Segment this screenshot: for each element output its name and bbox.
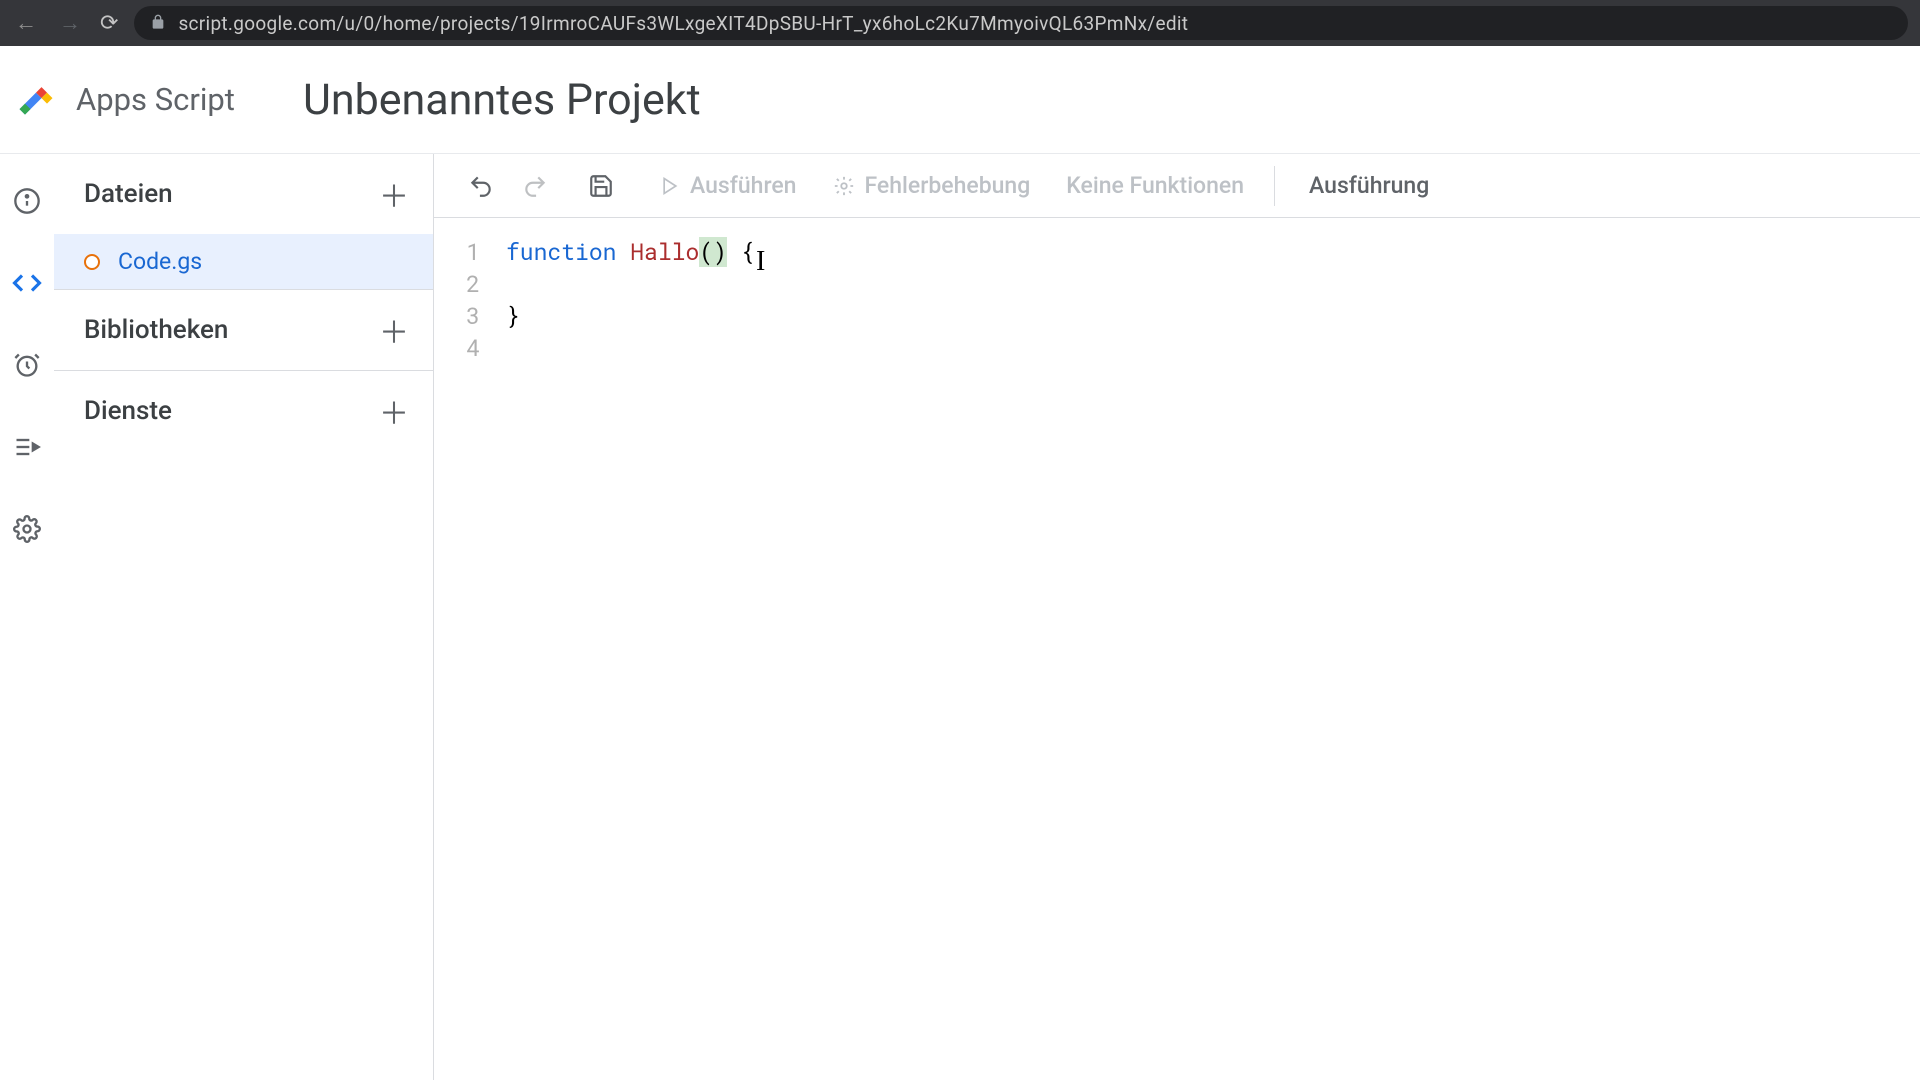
editor-area: Ausführen Fehlerbehebung Keine Funktione… — [434, 154, 1920, 1080]
add-file-icon[interactable]: ＋ — [379, 172, 409, 216]
url-text: script.google.com/u/0/home/projects/19Ir… — [178, 12, 1188, 35]
execution-log-button[interactable]: Ausführung — [1291, 172, 1429, 199]
settings-icon[interactable] — [12, 514, 42, 544]
main: Dateien ＋ Code.gs Bibliotheken ＋ Dienste… — [0, 154, 1920, 1080]
function-selector[interactable]: Keine Funktionen — [1052, 163, 1258, 209]
fn-selector-label: Keine Funktionen — [1066, 172, 1244, 199]
debug-button[interactable]: Fehlerbehebung — [819, 163, 1045, 209]
header: Apps Script Unbenanntes Projekt — [0, 46, 1920, 154]
icon-rail — [0, 154, 54, 1080]
code-line[interactable] — [506, 268, 1920, 300]
browser-bar: ← → ⟳ script.google.com/u/0/home/project… — [0, 0, 1920, 46]
sidebar: Dateien ＋ Code.gs Bibliotheken ＋ Dienste… — [54, 154, 434, 1080]
run-label: Ausführen — [690, 172, 797, 199]
redo-icon[interactable] — [512, 163, 558, 209]
unsaved-indicator-icon — [84, 254, 100, 270]
file-item[interactable]: Code.gs — [54, 234, 433, 289]
code-content[interactable]: function Hallo() {I } — [498, 236, 1920, 1080]
libraries-label: Bibliotheken — [84, 315, 228, 345]
triggers-icon[interactable] — [12, 350, 42, 380]
code-line[interactable]: function Hallo() {I — [506, 236, 1920, 268]
lock-icon — [150, 12, 166, 35]
reload-icon[interactable]: ⟳ — [100, 11, 118, 36]
file-name: Code.gs — [118, 248, 202, 275]
line-number: 1 — [434, 236, 480, 268]
run-button[interactable]: Ausführen — [646, 163, 811, 209]
add-library-icon[interactable]: ＋ — [379, 308, 409, 352]
info-icon[interactable] — [12, 186, 42, 216]
forward-icon[interactable]: → — [56, 10, 84, 36]
url-bar[interactable]: script.google.com/u/0/home/projects/19Ir… — [134, 6, 1908, 40]
toolbar-divider — [1274, 166, 1275, 206]
line-gutter: 1 2 3 4 — [434, 236, 498, 1080]
toolbar: Ausführen Fehlerbehebung Keine Funktione… — [434, 154, 1920, 218]
code-line[interactable] — [506, 332, 1920, 364]
apps-script-logo-icon — [14, 78, 58, 122]
add-service-icon[interactable]: ＋ — [379, 389, 409, 433]
project-title[interactable]: Unbenanntes Projekt — [303, 75, 701, 125]
line-number: 2 — [434, 268, 480, 300]
undo-icon[interactable] — [458, 163, 504, 209]
executions-icon[interactable] — [12, 432, 42, 462]
services-header: Dienste ＋ — [54, 370, 433, 451]
editor-icon[interactable] — [12, 268, 42, 298]
libraries-header: Bibliotheken ＋ — [54, 289, 433, 370]
back-icon[interactable]: ← — [12, 10, 40, 36]
files-header: Dateien ＋ — [54, 154, 433, 234]
debug-label: Fehlerbehebung — [865, 172, 1031, 199]
product-name: Apps Script — [76, 81, 235, 118]
exec-log-label: Ausführung — [1309, 172, 1429, 199]
files-label: Dateien — [84, 179, 173, 209]
line-number: 4 — [434, 332, 480, 364]
services-label: Dienste — [84, 396, 172, 426]
code-editor[interactable]: 1 2 3 4 function Hallo() {I } — [434, 218, 1920, 1080]
code-line[interactable]: } — [506, 300, 1920, 332]
line-number: 3 — [434, 300, 480, 332]
save-icon[interactable] — [578, 163, 624, 209]
